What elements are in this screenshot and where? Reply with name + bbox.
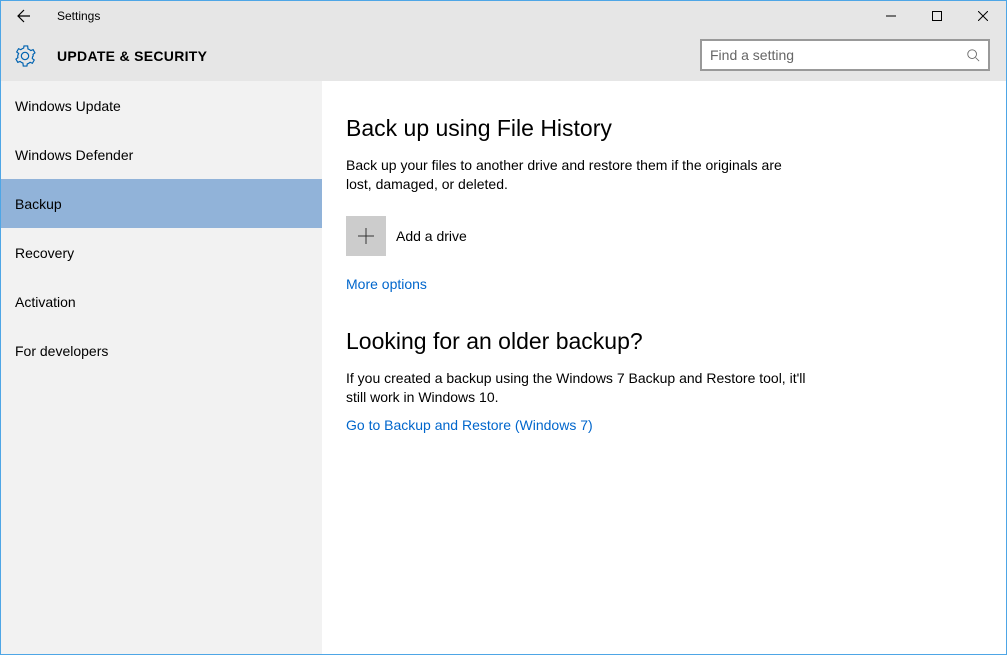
sidebar-item-for-developers[interactable]: For developers (1, 326, 322, 375)
back-button[interactable] (9, 1, 39, 31)
titlebar: Settings (1, 1, 1006, 31)
close-button[interactable] (960, 1, 1006, 31)
sidebar-item-label: Windows Update (15, 98, 121, 114)
section-desc-file-history: Back up your files to another drive and … (346, 156, 806, 194)
search-box[interactable] (700, 39, 990, 71)
plus-button-bg (346, 216, 386, 256)
search-icon (966, 48, 980, 62)
settings-icon (13, 44, 37, 68)
header: UPDATE & SECURITY (1, 31, 1006, 81)
sidebar-item-windows-defender[interactable]: Windows Defender (1, 130, 322, 179)
section-title-file-history: Back up using File History (346, 115, 1006, 142)
back-arrow-icon (16, 8, 32, 24)
sidebar-item-label: For developers (15, 343, 108, 359)
sidebar-item-activation[interactable]: Activation (1, 277, 322, 326)
window-controls (868, 1, 1006, 31)
backup-restore-link[interactable]: Go to Backup and Restore (Windows 7) (346, 417, 593, 433)
plus-icon (357, 227, 375, 245)
sidebar-item-label: Windows Defender (15, 147, 133, 163)
minimize-button[interactable] (868, 1, 914, 31)
search-wrap (700, 39, 990, 71)
sidebar-item-label: Activation (15, 294, 76, 310)
add-drive-label: Add a drive (396, 228, 467, 244)
sidebar-item-label: Recovery (15, 245, 74, 261)
window-title: Settings (57, 9, 100, 23)
more-options-link[interactable]: More options (346, 276, 427, 292)
sidebar-item-windows-update[interactable]: Windows Update (1, 81, 322, 130)
sidebar-item-recovery[interactable]: Recovery (1, 228, 322, 277)
add-drive-button[interactable]: Add a drive (346, 216, 1006, 256)
maximize-button[interactable] (914, 1, 960, 31)
search-input[interactable] (710, 47, 960, 63)
section-desc-older-backup: If you created a backup using the Window… (346, 369, 806, 407)
maximize-icon (932, 11, 942, 21)
section-title-older-backup: Looking for an older backup? (346, 328, 1006, 355)
gear-icon (14, 45, 36, 67)
close-icon (978, 11, 988, 21)
sidebar-item-backup[interactable]: Backup (1, 179, 322, 228)
minimize-icon (886, 11, 896, 21)
body: Windows Update Windows Defender Backup R… (1, 81, 1006, 654)
content: Back up using File History Back up your … (322, 81, 1006, 654)
sidebar: Windows Update Windows Defender Backup R… (1, 81, 322, 654)
header-title: UPDATE & SECURITY (57, 48, 207, 64)
sidebar-item-label: Backup (15, 196, 62, 212)
